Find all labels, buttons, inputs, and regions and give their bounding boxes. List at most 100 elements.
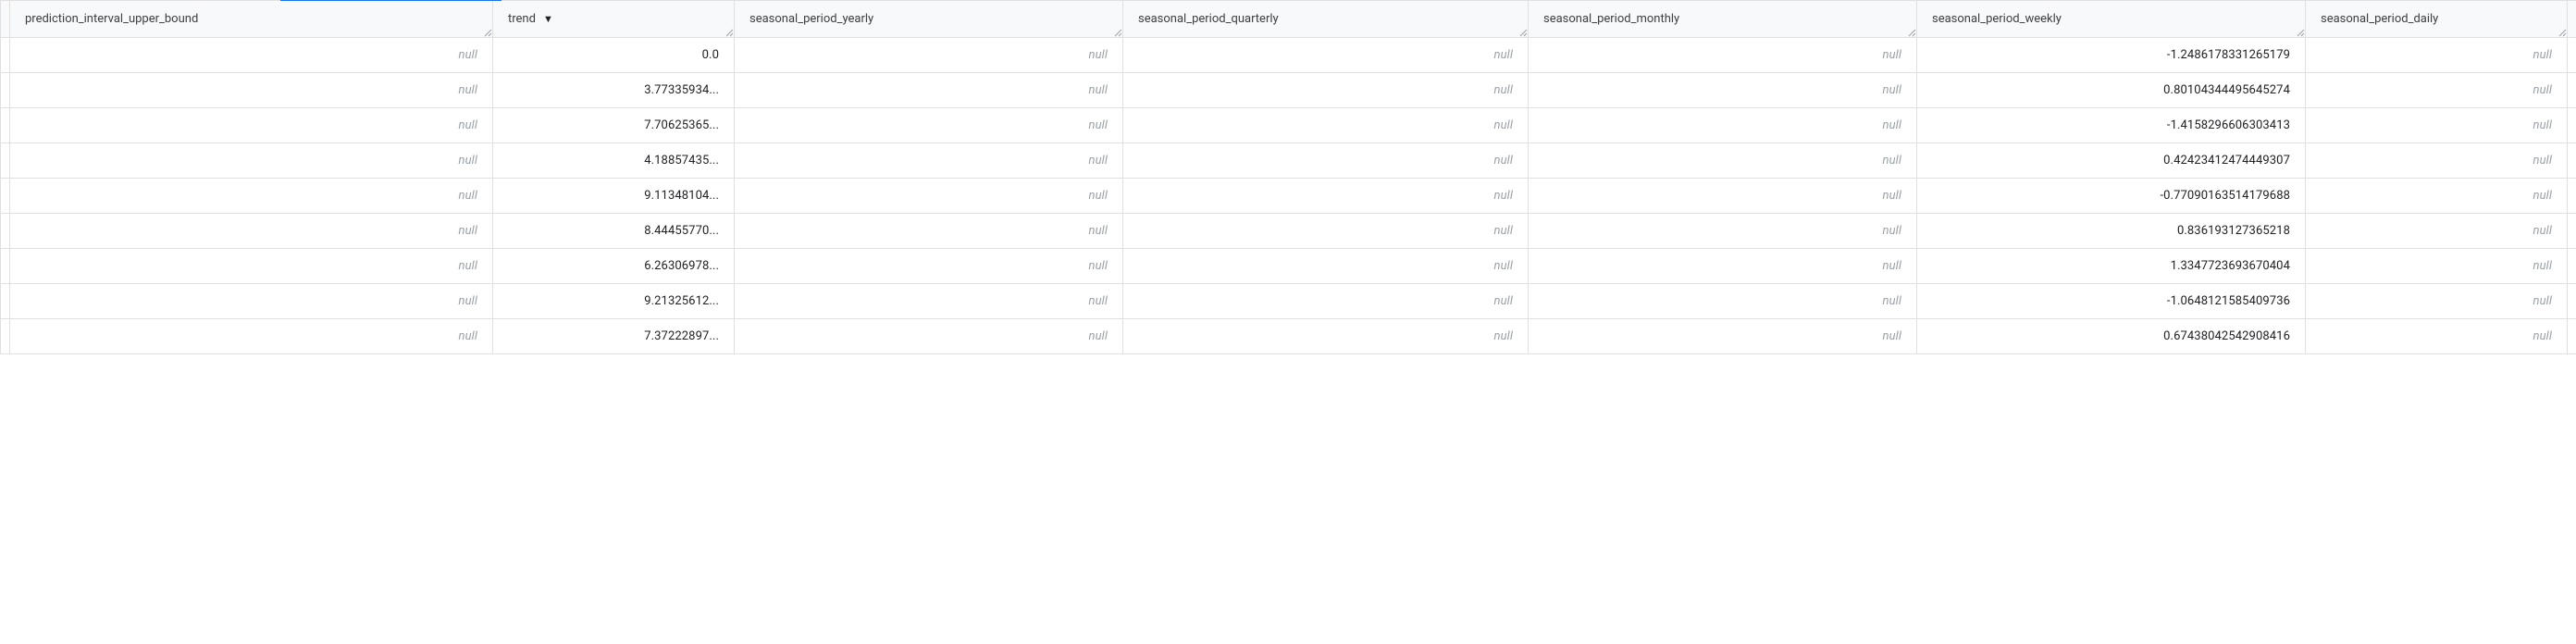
cell-seasonal_period_daily[interactable]: null — [2306, 143, 2568, 179]
cell-trend[interactable]: 0.0 — [493, 38, 735, 73]
cell-seasonal_period_yearly[interactable]: null — [735, 143, 1123, 179]
column-resize-handle[interactable] — [483, 28, 492, 37]
cell-value: 7.70625365... — [493, 118, 734, 132]
cell-seasonal_period_monthly[interactable]: null — [1529, 179, 1917, 214]
cell-seasonal_period_daily[interactable]: null — [2306, 284, 2568, 319]
column-header-prediction_interval_upper_bound[interactable]: prediction_interval_upper_bound — [10, 1, 493, 38]
column-resize-handle[interactable] — [724, 28, 734, 37]
table-row[interactable]: null3.77335934...nullnullnull0.801043444… — [1, 73, 2576, 108]
column-resize-handle[interactable] — [2296, 28, 2305, 37]
cell-value: 9.11348104... — [493, 189, 734, 203]
cell-seasonal_period_weekly[interactable]: 1.3347723693670404 — [1917, 249, 2306, 284]
sort-desc-icon[interactable]: ▼ — [543, 13, 553, 25]
cell-seasonal_period_quarterly[interactable]: null — [1123, 73, 1529, 108]
cell-seasonal_period_yearly[interactable]: null — [735, 319, 1123, 354]
cell-value: 3.77335934... — [493, 83, 734, 97]
cell-prediction_interval_upper_bound[interactable]: null — [10, 179, 493, 214]
table-row[interactable]: null7.37222897...nullnullnull0.674380425… — [1, 319, 2576, 354]
cell-seasonal_period_yearly[interactable]: null — [735, 108, 1123, 143]
cell-seasonal_period_quarterly[interactable]: null — [1123, 319, 1529, 354]
cell-seasonal_period_quarterly[interactable]: null — [1123, 249, 1529, 284]
cell-prediction_interval_upper_bound[interactable]: null — [10, 143, 493, 179]
cell-prediction_interval_upper_bound[interactable]: null — [10, 108, 493, 143]
cell-seasonal_period_weekly[interactable]: -1.2486178331265179 — [1917, 38, 2306, 73]
cell-seasonal_period_daily[interactable]: null — [2306, 38, 2568, 73]
table-row[interactable]: null9.21325612...nullnullnull-1.06481215… — [1, 284, 2576, 319]
cell-seasonal_period_daily[interactable]: null — [2306, 319, 2568, 354]
cell-trend[interactable]: 8.44455770... — [493, 214, 735, 249]
cell-seasonal_period_quarterly[interactable]: null — [1123, 214, 1529, 249]
cell-seasonal_period_monthly[interactable]: null — [1529, 73, 1917, 108]
cell-prediction_interval_upper_bound[interactable]: null — [10, 38, 493, 73]
null-value: null — [10, 83, 492, 97]
cell-seasonal_period_quarterly[interactable]: null — [1123, 38, 1529, 73]
table-row[interactable]: null8.44455770...nullnullnull0.836193127… — [1, 214, 2576, 249]
column-header-trend[interactable]: trend▼ — [493, 1, 735, 38]
null-value: null — [10, 294, 492, 308]
cell-trend[interactable]: 7.37222897... — [493, 319, 735, 354]
cell-seasonal_period_weekly[interactable]: -1.0648121585409736 — [1917, 284, 2306, 319]
cell-seasonal_period_yearly[interactable]: null — [735, 38, 1123, 73]
cell-seasonal_period_weekly[interactable]: 0.836193127365218 — [1917, 214, 2306, 249]
cell-prediction_interval_upper_bound[interactable]: null — [10, 214, 493, 249]
cell-seasonal_period_yearly[interactable]: null — [735, 214, 1123, 249]
cell-seasonal_period_yearly[interactable]: null — [735, 249, 1123, 284]
column-header-seasonal_period_weekly[interactable]: seasonal_period_weekly — [1917, 1, 2306, 38]
column-header-label: seasonal_period_weekly — [1932, 12, 2062, 26]
column-resize-handle[interactable] — [1907, 28, 1916, 37]
cell-trend[interactable]: 9.11348104... — [493, 179, 735, 214]
table-row[interactable]: null6.26306978...nullnullnull1.334772369… — [1, 249, 2576, 284]
null-value: null — [2306, 294, 2567, 308]
cell-seasonal_period_quarterly[interactable]: null — [1123, 284, 1529, 319]
cell-seasonal_period_daily[interactable]: null — [2306, 179, 2568, 214]
cell-seasonal_period_monthly[interactable]: null — [1529, 319, 1917, 354]
cell-prediction_interval_upper_bound[interactable]: null — [10, 73, 493, 108]
column-header-seasonal_period_daily[interactable]: seasonal_period_daily — [2306, 1, 2568, 38]
cell-seasonal_period_weekly[interactable]: -1.4158296606303413 — [1917, 108, 2306, 143]
column-header-seasonal_period_yearly[interactable]: seasonal_period_yearly — [735, 1, 1123, 38]
edge-gutter-right — [2568, 38, 2576, 73]
null-value: null — [1529, 224, 1916, 238]
cell-seasonal_period_daily[interactable]: null — [2306, 108, 2568, 143]
cell-seasonal_period_quarterly[interactable]: null — [1123, 108, 1529, 143]
table-row[interactable]: null9.11348104...nullnullnull-0.77090163… — [1, 179, 2576, 214]
cell-seasonal_period_daily[interactable]: null — [2306, 73, 2568, 108]
cell-seasonal_period_weekly[interactable]: 0.67438042542908416 — [1917, 319, 2306, 354]
cell-seasonal_period_weekly[interactable]: 0.42423412474449307 — [1917, 143, 2306, 179]
cell-seasonal_period_monthly[interactable]: null — [1529, 249, 1917, 284]
table-row[interactable]: null7.70625365...nullnullnull-1.41582966… — [1, 108, 2576, 143]
cell-seasonal_period_quarterly[interactable]: null — [1123, 143, 1529, 179]
cell-seasonal_period_monthly[interactable]: null — [1529, 284, 1917, 319]
cell-seasonal_period_yearly[interactable]: null — [735, 179, 1123, 214]
cell-seasonal_period_monthly[interactable]: null — [1529, 38, 1917, 73]
column-resize-handle[interactable] — [1518, 28, 1528, 37]
cell-prediction_interval_upper_bound[interactable]: null — [10, 319, 493, 354]
cell-trend[interactable]: 4.18857435... — [493, 143, 735, 179]
edge-gutter-left — [1, 38, 10, 73]
table-row[interactable]: null4.18857435...nullnullnull0.424234124… — [1, 143, 2576, 179]
cell-seasonal_period_quarterly[interactable]: null — [1123, 179, 1529, 214]
cell-seasonal_period_weekly[interactable]: -0.77090163514179688 — [1917, 179, 2306, 214]
cell-prediction_interval_upper_bound[interactable]: null — [10, 284, 493, 319]
null-value: null — [10, 118, 492, 132]
column-header-seasonal_period_quarterly[interactable]: seasonal_period_quarterly — [1123, 1, 1529, 38]
table-row[interactable]: null0.0nullnullnull-1.2486178331265179nu… — [1, 38, 2576, 73]
column-resize-handle[interactable] — [1113, 28, 1122, 37]
cell-trend[interactable]: 7.70625365... — [493, 108, 735, 143]
cell-seasonal_period_monthly[interactable]: null — [1529, 143, 1917, 179]
cell-seasonal_period_daily[interactable]: null — [2306, 249, 2568, 284]
cell-trend[interactable]: 3.77335934... — [493, 73, 735, 108]
table-header-row: prediction_interval_upper_boundtrend▼sea… — [1, 1, 2576, 38]
cell-seasonal_period_weekly[interactable]: 0.80104344495645274 — [1917, 73, 2306, 108]
cell-seasonal_period_monthly[interactable]: null — [1529, 214, 1917, 249]
cell-seasonal_period_yearly[interactable]: null — [735, 73, 1123, 108]
cell-seasonal_period_daily[interactable]: null — [2306, 214, 2568, 249]
cell-trend[interactable]: 9.21325612... — [493, 284, 735, 319]
cell-trend[interactable]: 6.26306978... — [493, 249, 735, 284]
null-value: null — [2306, 189, 2567, 203]
column-header-seasonal_period_monthly[interactable]: seasonal_period_monthly — [1529, 1, 1917, 38]
cell-prediction_interval_upper_bound[interactable]: null — [10, 249, 493, 284]
column-resize-handle[interactable] — [2557, 28, 2567, 37]
cell-seasonal_period_yearly[interactable]: null — [735, 284, 1123, 319]
cell-seasonal_period_monthly[interactable]: null — [1529, 108, 1917, 143]
